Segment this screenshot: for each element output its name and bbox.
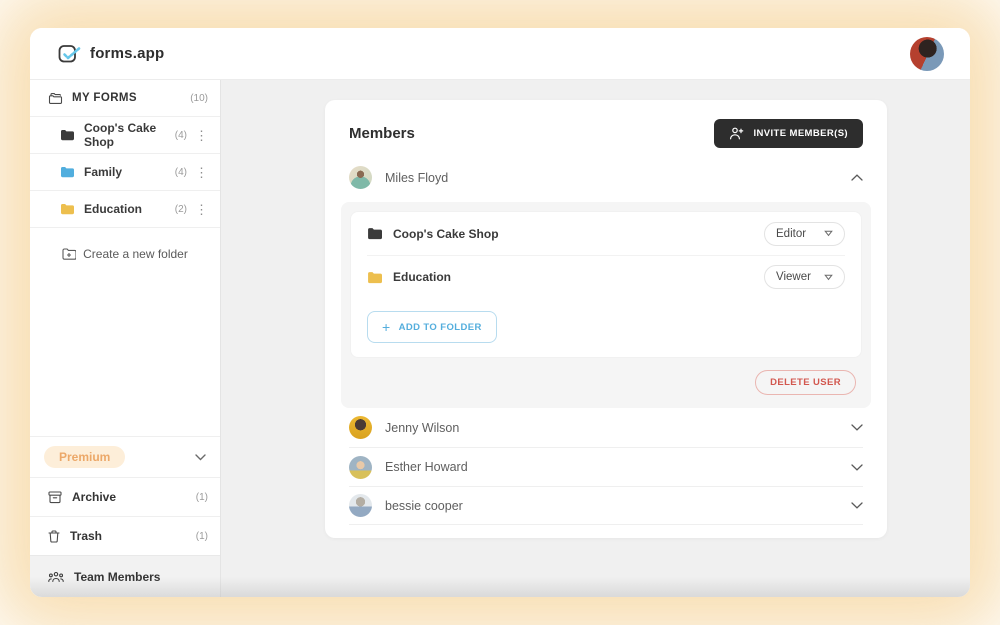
sidebar-premium-section[interactable]: Premium [30,436,220,477]
permission-row-education: Education Viewer [367,255,845,298]
plus-icon: + [382,320,391,334]
folder-count: (4) [175,130,187,141]
role-value: Editor [776,228,806,240]
sidebar-folder-family[interactable]: Family (4) ⋮ [30,154,220,191]
folder-menu-icon[interactable]: ⋮ [195,129,208,142]
member-row-jenny-wilson[interactable]: Jenny Wilson [349,408,863,447]
permission-folder-label: Coop's Cake Shop [393,227,499,241]
forms-app-logo-icon [58,43,82,65]
user-avatar[interactable] [910,37,944,71]
folder-menu-icon[interactable]: ⋮ [195,203,208,216]
app-header: forms.app [30,28,970,80]
chevron-down-icon[interactable] [851,502,863,509]
create-new-folder-button[interactable]: Create a new folder [30,236,220,272]
invite-members-button[interactable]: INVITE MEMBER(S) [714,119,863,148]
sidebar-item-team-members[interactable]: Team Members [30,555,220,597]
person-plus-icon [729,127,744,140]
sidebar-folder-coops-cake-shop[interactable]: Coop's Cake Shop (4) ⋮ [30,117,220,154]
team-members-icon [48,571,64,583]
member-name: bessie cooper [385,499,463,513]
archive-count: (1) [196,492,208,503]
forms-app-logo: forms.app [58,43,164,65]
delete-user-button[interactable]: DELETE USER [755,370,856,395]
page-background: forms.app MY FORMS (10) [0,0,1000,625]
folder-label: Education [84,202,142,216]
folder-count: (2) [175,204,187,215]
member-avatar [349,166,372,189]
member-name: Miles Floyd [385,171,448,185]
add-to-folder-button[interactable]: + ADD TO FOLDER [367,311,497,343]
my-forms-count: (10) [190,93,208,104]
logo-text: forms.app [90,45,164,62]
chevron-down-icon [824,274,833,281]
add-to-folder-label: ADD TO FOLDER [399,322,482,333]
folder-icon [60,203,74,215]
member-avatar [349,494,372,517]
member-name: Jenny Wilson [385,421,459,435]
sidebar-folder-education[interactable]: Education (2) ⋮ [30,191,220,228]
sidebar-item-my-forms[interactable]: MY FORMS (10) [30,80,220,117]
trash-count: (1) [196,531,208,542]
page-title: Members [349,125,415,142]
member-avatar [349,416,372,439]
folder-icon [60,166,74,178]
main-content: Members INVITE MEMBER(S) [221,80,970,597]
trash-icon [48,530,60,543]
member-row-esther-howard[interactable]: Esther Howard [349,447,863,486]
permission-row-coops-cake-shop: Coop's Cake Shop Editor [367,212,845,255]
chevron-down-icon [824,230,833,237]
folder-plus-icon [62,248,76,260]
role-select-viewer[interactable]: Viewer [764,265,845,289]
member-row-bessie-cooper[interactable]: bessie cooper [349,486,863,525]
member-permissions-panel: Coop's Cake Shop Editor [341,202,871,408]
folder-count: (4) [175,167,187,178]
chevron-down-icon[interactable] [851,424,863,431]
folder-icon [367,271,382,284]
role-select-editor[interactable]: Editor [764,222,845,246]
archive-icon [48,491,62,504]
chevron-up-icon[interactable] [851,174,863,181]
member-row-miles-floyd[interactable]: Miles Floyd [349,158,863,197]
role-value: Viewer [776,271,811,283]
members-card-header: Members INVITE MEMBER(S) [325,100,887,158]
create-new-folder-label: Create a new folder [83,247,188,261]
premium-badge: Premium [44,446,125,468]
sidebar: MY FORMS (10) Coop's Cake Shop (4) ⋮ Fam… [30,80,221,597]
app-window: forms.app MY FORMS (10) [30,28,970,597]
team-members-label: Team Members [74,570,160,584]
folders-icon [48,92,63,105]
member-folder-permissions: Coop's Cake Shop Editor [350,211,862,358]
member-name: Esther Howard [385,460,468,474]
my-forms-label: MY FORMS [72,92,137,104]
sidebar-item-archive[interactable]: Archive (1) [30,477,220,516]
chevron-down-icon[interactable] [195,454,206,461]
sidebar-item-trash[interactable]: Trash (1) [30,516,220,555]
chevron-down-icon[interactable] [851,464,863,471]
members-card: Members INVITE MEMBER(S) [325,100,887,538]
folder-menu-icon[interactable]: ⋮ [195,166,208,179]
sidebar-spacer [30,272,220,436]
folder-icon [60,129,74,141]
folder-label: Family [84,165,122,179]
member-avatar [349,456,372,479]
permission-folder-label: Education [393,270,451,284]
trash-label: Trash [70,529,102,543]
archive-label: Archive [72,490,116,504]
folder-label: Coop's Cake Shop [84,121,175,149]
folder-icon [367,227,382,240]
invite-members-label: INVITE MEMBER(S) [753,128,848,139]
